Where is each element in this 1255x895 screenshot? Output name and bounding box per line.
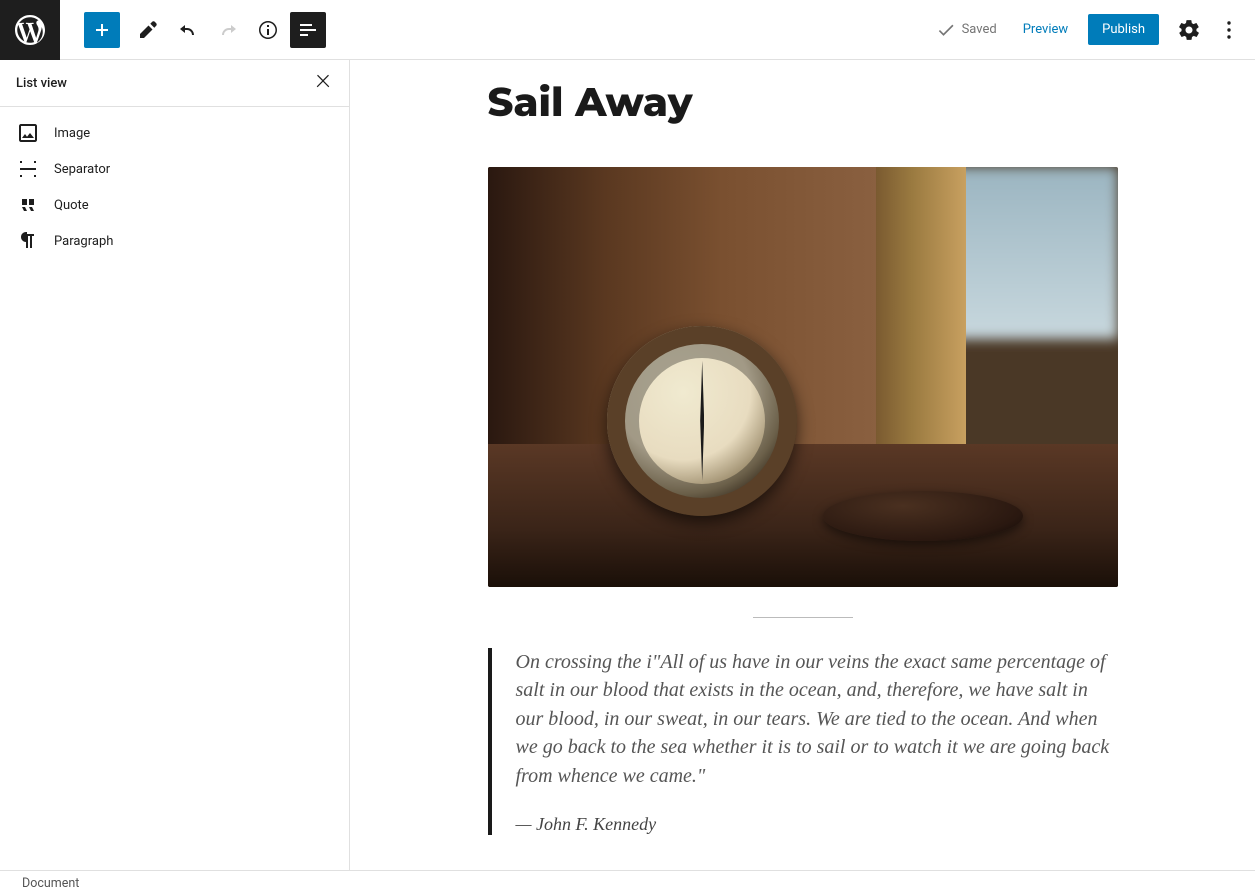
block-list: Image Separator Quote Paragraph: [0, 107, 349, 267]
image-icon: [16, 121, 40, 145]
more-options-button[interactable]: [1211, 12, 1247, 48]
pencil-icon: [136, 18, 160, 42]
undo-icon: [176, 18, 200, 42]
list-item-label: Separator: [54, 162, 110, 177]
save-status: Saved: [936, 20, 997, 40]
list-item-image[interactable]: Image: [0, 115, 349, 151]
editor-footer: Document: [0, 870, 1255, 895]
list-view-icon: [296, 18, 320, 42]
plus-icon: [90, 18, 114, 42]
info-button[interactable]: [250, 12, 286, 48]
checkmark-icon: [936, 20, 956, 40]
list-item-label: Quote: [54, 198, 89, 213]
wordpress-icon: [12, 12, 48, 48]
quote-icon: [16, 193, 40, 217]
more-vertical-icon: [1217, 18, 1241, 42]
close-sidebar-button[interactable]: [313, 71, 333, 96]
saved-label: Saved: [962, 22, 997, 37]
editor-canvas[interactable]: Sail Away On crossing the i"All of us ha…: [350, 60, 1255, 870]
sidebar-header: List view: [0, 60, 349, 107]
image-block[interactable]: [488, 167, 1118, 587]
sidebar-title: List view: [16, 76, 67, 91]
list-item-paragraph[interactable]: Paragraph: [0, 223, 349, 259]
list-item-separator[interactable]: Separator: [0, 151, 349, 187]
paragraph-icon: [16, 229, 40, 253]
list-view-sidebar: List view Image Separator Quote Paragrap…: [0, 60, 350, 870]
redo-button[interactable]: [210, 12, 246, 48]
list-item-label: Image: [54, 126, 90, 141]
redo-icon: [216, 18, 240, 42]
edit-mode-button[interactable]: [130, 12, 166, 48]
quote-citation[interactable]: John F. Kennedy: [516, 814, 657, 834]
breadcrumb[interactable]: Document: [22, 876, 79, 891]
toolbar-left: [0, 0, 328, 59]
settings-button[interactable]: [1171, 12, 1207, 48]
preview-button[interactable]: Preview: [1011, 16, 1080, 43]
wordpress-logo-button[interactable]: [0, 0, 60, 60]
undo-button[interactable]: [170, 12, 206, 48]
top-toolbar: Saved Preview Publish: [0, 0, 1255, 60]
separator-block[interactable]: [488, 617, 1118, 618]
publish-button[interactable]: Publish: [1088, 14, 1159, 45]
separator-icon: [16, 157, 40, 181]
main-area: List view Image Separator Quote Paragrap…: [0, 60, 1255, 870]
gear-icon: [1177, 18, 1201, 42]
list-item-quote[interactable]: Quote: [0, 187, 349, 223]
separator-line: [753, 617, 853, 618]
compass-image-placeholder: [488, 167, 1118, 587]
list-view-button[interactable]: [290, 12, 326, 48]
info-icon: [256, 18, 280, 42]
quote-text[interactable]: On crossing the i"All of us have in our …: [516, 648, 1118, 790]
add-block-button[interactable]: [84, 12, 120, 48]
close-icon: [313, 71, 333, 91]
quote-block[interactable]: On crossing the i"All of us have in our …: [488, 648, 1118, 835]
post-title[interactable]: Sail Away: [488, 78, 1118, 127]
list-item-label: Paragraph: [54, 234, 113, 249]
toolbar-right: Saved Preview Publish: [936, 12, 1255, 48]
